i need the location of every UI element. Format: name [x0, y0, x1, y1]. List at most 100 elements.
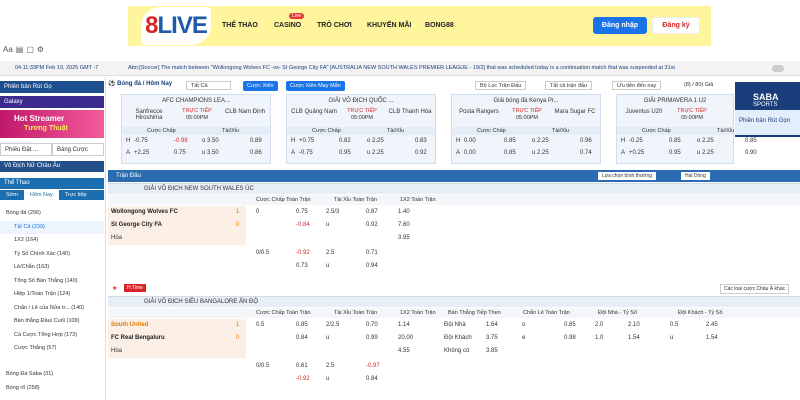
odds-value[interactable]: 7.60: [398, 222, 410, 228]
sidebar-item[interactable]: Bóng đá (296): [0, 207, 104, 220]
view-select[interactable]: Hai Dòng: [681, 172, 710, 180]
priority-filter[interactable]: Ưu tiên đến nay: [612, 81, 662, 90]
text-size-icon[interactable]: Aa: [3, 45, 13, 54]
subtab-today[interactable]: Hôm Nay: [23, 190, 59, 200]
promo-short-version[interactable]: Phiên bản Rút Gọ: [0, 81, 104, 93]
league-header-1[interactable]: GIẢI VÔ ĐỊCH NEW SOUTH WALES ÚC: [108, 183, 800, 194]
sidebar-item[interactable]: Bàn thắng Đầu/ Cuối (109): [0, 315, 104, 328]
tab-bet-slip[interactable]: Phiếu Đặt ...: [0, 143, 52, 156]
league-header-2[interactable]: GIẢI VÔ ĐỊCH SIÊU BANGALORE ẤN ĐỘ: [108, 296, 800, 307]
ticker-message[interactable]: Attn:[Soccer] The match between "Wollong…: [128, 65, 768, 71]
match-card[interactable]: GIẢI PRIMAVERA 1 U2 Juventus U20 TRỰC TI…: [616, 94, 757, 164]
sort-select[interactable]: Lựa chọn bình thường: [598, 172, 657, 180]
odds-value[interactable]: 1.64: [486, 322, 498, 328]
odds-value[interactable]: 1.40: [398, 209, 410, 215]
league-filter[interactable]: Bộ Lọc Trận Đấu: [475, 81, 527, 90]
ticker-toggle[interactable]: [772, 65, 784, 72]
odds-value[interactable]: 0.85: [564, 322, 576, 328]
odds-value[interactable]: 0.71: [366, 250, 378, 256]
odds-value[interactable]: 1.54: [706, 335, 718, 341]
card-ou-odds[interactable]: 0.92: [415, 150, 427, 156]
odds-value[interactable]: 2.10: [628, 322, 640, 328]
menu-bong88[interactable]: BONG88: [425, 22, 454, 29]
menu-casino[interactable]: CASINO: [274, 22, 301, 29]
card-ou-odds[interactable]: 0.86: [250, 150, 262, 156]
streamer-banner[interactable]: Hot Streamer Tương Thuật: [0, 110, 104, 138]
card-ou-odds[interactable]: 0.89: [250, 138, 262, 144]
gear-icon[interactable]: ⚙: [37, 45, 44, 54]
odds-value[interactable]: -0.84: [296, 222, 310, 228]
promo-galaxy[interactable]: Galaxy: [0, 96, 104, 108]
short-version-banner[interactable]: Phiên bản Rút Gọn: [735, 110, 800, 135]
card-hdp-odds[interactable]: 0.85: [504, 138, 516, 144]
menu-the-thao[interactable]: THỂ THAO: [222, 22, 258, 29]
odds-value[interactable]: 0.75: [296, 209, 308, 215]
sidebar-item[interactable]: Lẻ/Chẵn (163): [0, 261, 104, 274]
login-button[interactable]: Đăng nhập: [593, 17, 647, 34]
odds-value[interactable]: -0.92: [296, 250, 310, 256]
card-ou-odds[interactable]: 0.85: [745, 138, 757, 144]
register-button[interactable]: Đăng ký: [652, 17, 700, 34]
odds-value[interactable]: 0.73: [296, 263, 308, 269]
odds-value[interactable]: -0.92: [296, 376, 310, 382]
chart-icon[interactable]: ▤: [16, 45, 24, 54]
lock-icon[interactable]: ▢: [26, 45, 34, 54]
card-ou-odds[interactable]: 0.83: [415, 138, 427, 144]
menu-khuyen-mai[interactable]: KHUYẾN MÃI: [367, 22, 411, 29]
odds-value[interactable]: 3.85: [486, 348, 498, 354]
tab-bet-list[interactable]: Bảng Cược: [52, 143, 104, 156]
all-select[interactable]: Tất Cả: [186, 81, 231, 90]
odds-value[interactable]: 4.55: [398, 348, 410, 354]
odds-value[interactable]: 0.99: [366, 335, 378, 341]
menu-tro-choi[interactable]: TRÒ CHƠI: [317, 22, 352, 29]
odds-value[interactable]: 3.75: [486, 335, 498, 341]
sport-header[interactable]: Thể Thao: [0, 178, 104, 189]
sidebar-item[interactable]: 1X2 (164): [0, 234, 104, 247]
odds-value[interactable]: 0.85: [296, 322, 308, 328]
odds-value[interactable]: 3.95: [398, 235, 410, 241]
odds-value[interactable]: 0.87: [366, 209, 378, 215]
odds-value[interactable]: 0.94: [366, 263, 378, 269]
subtab-live[interactable]: Trực tiếp: [59, 190, 93, 200]
star-icon[interactable]: ★: [112, 285, 117, 292]
odds-value[interactable]: 20.00: [398, 335, 413, 341]
odds-value[interactable]: 0.84: [366, 376, 378, 382]
sidebar-item[interactable]: Cá Cược Tổng Hợp (173): [0, 329, 104, 342]
bet-type-select[interactable]: Các loại cược Châu Á khác: [720, 284, 790, 294]
odds-value[interactable]: 2.45: [706, 322, 718, 328]
odds-value[interactable]: -0.97: [366, 363, 380, 369]
odds-value[interactable]: 0.84: [296, 335, 308, 341]
parlay-button[interactable]: Cược Xiên: [243, 81, 278, 91]
odds-value[interactable]: 0.98: [564, 335, 576, 341]
sidebar-item[interactable]: Tất Cả (239): [0, 220, 104, 234]
odds-value[interactable]: 1.54: [628, 335, 640, 341]
card-hdp-odds[interactable]: 0.85: [669, 138, 681, 144]
subtab-early[interactable]: Sớm: [0, 190, 24, 200]
sidebar-item[interactable]: Tỷ Số Chính Xác (140): [0, 248, 104, 261]
card-hdp-odds[interactable]: 0.95: [339, 150, 351, 156]
sidebar-item[interactable]: Bóng Đá Saba (31): [0, 368, 104, 381]
sidebar-item[interactable]: Tổng Số Bàn Thắng (140): [0, 275, 104, 288]
odds-value[interactable]: 0.61: [296, 363, 308, 369]
odds-value[interactable]: 1.14: [398, 322, 410, 328]
match-card[interactable]: AFC CHAMPIONS LEA... Sanfrecce Hiroshima…: [121, 94, 271, 164]
card-hdp-odds[interactable]: 0.82: [339, 138, 351, 144]
card-hdp-odds[interactable]: -0.98: [174, 138, 188, 144]
card-ou-odds[interactable]: 0.74: [580, 150, 592, 156]
card-hdp-odds[interactable]: 0.95: [669, 150, 681, 156]
card-hdp-odds[interactable]: 0.85: [504, 150, 516, 156]
card-ou-odds[interactable]: 0.96: [580, 138, 592, 144]
card-hdp-odds[interactable]: 0.75: [174, 150, 186, 156]
sidebar-item[interactable]: Hiệp 1/Toàn Trận (124): [0, 288, 104, 301]
sidebar-item[interactable]: Cược Thắng (57): [0, 342, 104, 355]
match-card[interactable]: GIẢI VÔ ĐỊCH QUỐC ... CLB Quảng Nam TRỰC…: [286, 94, 436, 164]
match-card[interactable]: Giải bóng đá Kenya Pr... Posta Rangers T…: [451, 94, 601, 164]
odds-value[interactable]: 0.70: [366, 322, 378, 328]
card-ou-odds[interactable]: 0.90: [745, 150, 757, 156]
site-logo[interactable]: 8 LIVE: [141, 7, 211, 45]
sidebar-item[interactable]: Chẵn / Lẻ của Nửa tr... (140): [0, 302, 104, 315]
sidebar-item[interactable]: Bóng rổ (258): [0, 382, 104, 395]
match-filter[interactable]: Tất cả trận đấu: [545, 81, 592, 90]
lucky-parlay-button[interactable]: Cược Xiên May Mắn: [286, 81, 345, 91]
fav-league[interactable]: Vô Địch Nữ Châu Âu: [0, 161, 104, 172]
